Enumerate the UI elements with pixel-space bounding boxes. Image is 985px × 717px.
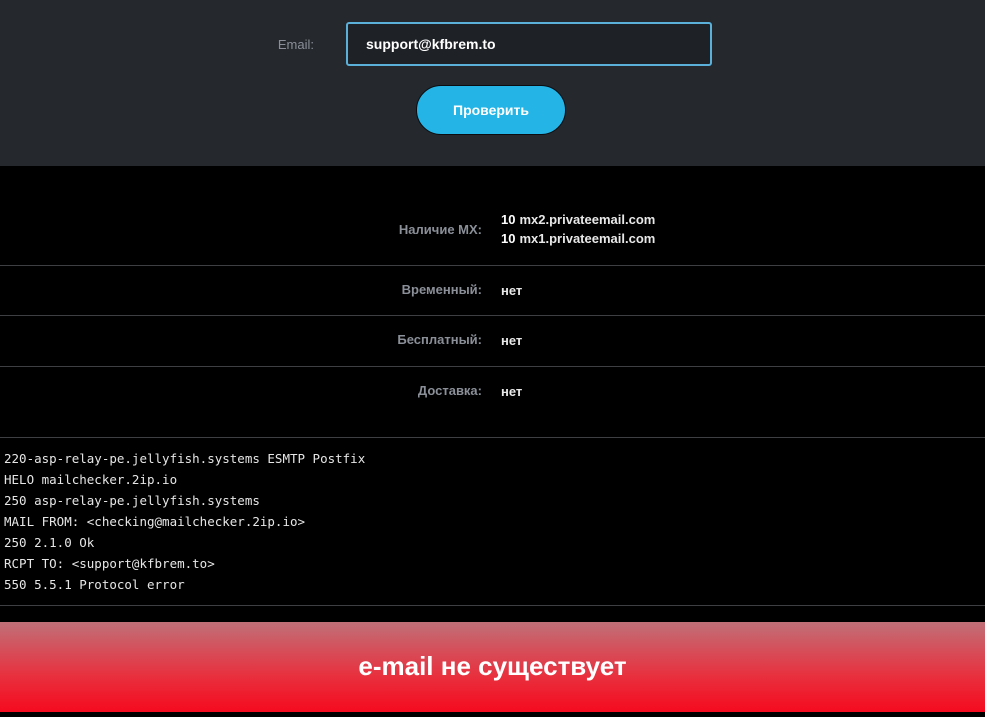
free-value: нет <box>501 333 523 348</box>
mx-label: Наличие MX: <box>398 222 482 237</box>
smtp-log-line: 220-asp-relay-pe.jellyfish.systems ESMTP… <box>4 451 366 466</box>
mx-host: mx2.privateemail.com <box>519 212 656 227</box>
mx-record: 10 mx2.privateemail.com <box>501 210 655 229</box>
smtp-log-line: RCPT TO: <support@kfbrem.to> <box>4 556 215 571</box>
smtp-log-line: HELO mailchecker.2ip.io <box>4 472 178 487</box>
smtp-log-line: MAIL FROM: <checking@mailchecker.2ip.io> <box>4 514 306 529</box>
email-label: Email: <box>277 37 314 52</box>
mx-priority: 10 <box>501 231 516 246</box>
email-input[interactable] <box>346 22 712 66</box>
mx-record: 10 mx1.privateemail.com <box>501 229 655 248</box>
temporary-value: нет <box>501 283 523 298</box>
smtp-log-line: 550 5.5.1 Protocol error <box>4 577 185 592</box>
mx-priority: 10 <box>501 212 516 227</box>
divider <box>0 605 985 606</box>
divider <box>0 265 985 266</box>
smtp-log-line: 250 asp-relay-pe.jellyfish.systems <box>4 493 260 508</box>
divider <box>0 315 985 316</box>
result-text: e-mail не существует <box>358 651 627 681</box>
temporary-label: Временный: <box>401 282 482 297</box>
check-button[interactable]: Проверить <box>416 85 566 135</box>
smtp-log-line: 250 2.1.0 Ok <box>4 535 95 550</box>
delivery-label: Доставка: <box>417 383 482 398</box>
divider <box>0 366 985 367</box>
free-label: Бесплатный: <box>397 332 482 347</box>
delivery-value: нет <box>501 384 523 399</box>
result-banner: e-mail не существует <box>0 622 985 712</box>
mx-host: mx1.privateemail.com <box>519 231 656 246</box>
email-check-form: Email: Проверить <box>0 0 985 166</box>
smtp-log: 220-asp-relay-pe.jellyfish.systems ESMTP… <box>4 448 365 595</box>
divider <box>0 437 985 438</box>
